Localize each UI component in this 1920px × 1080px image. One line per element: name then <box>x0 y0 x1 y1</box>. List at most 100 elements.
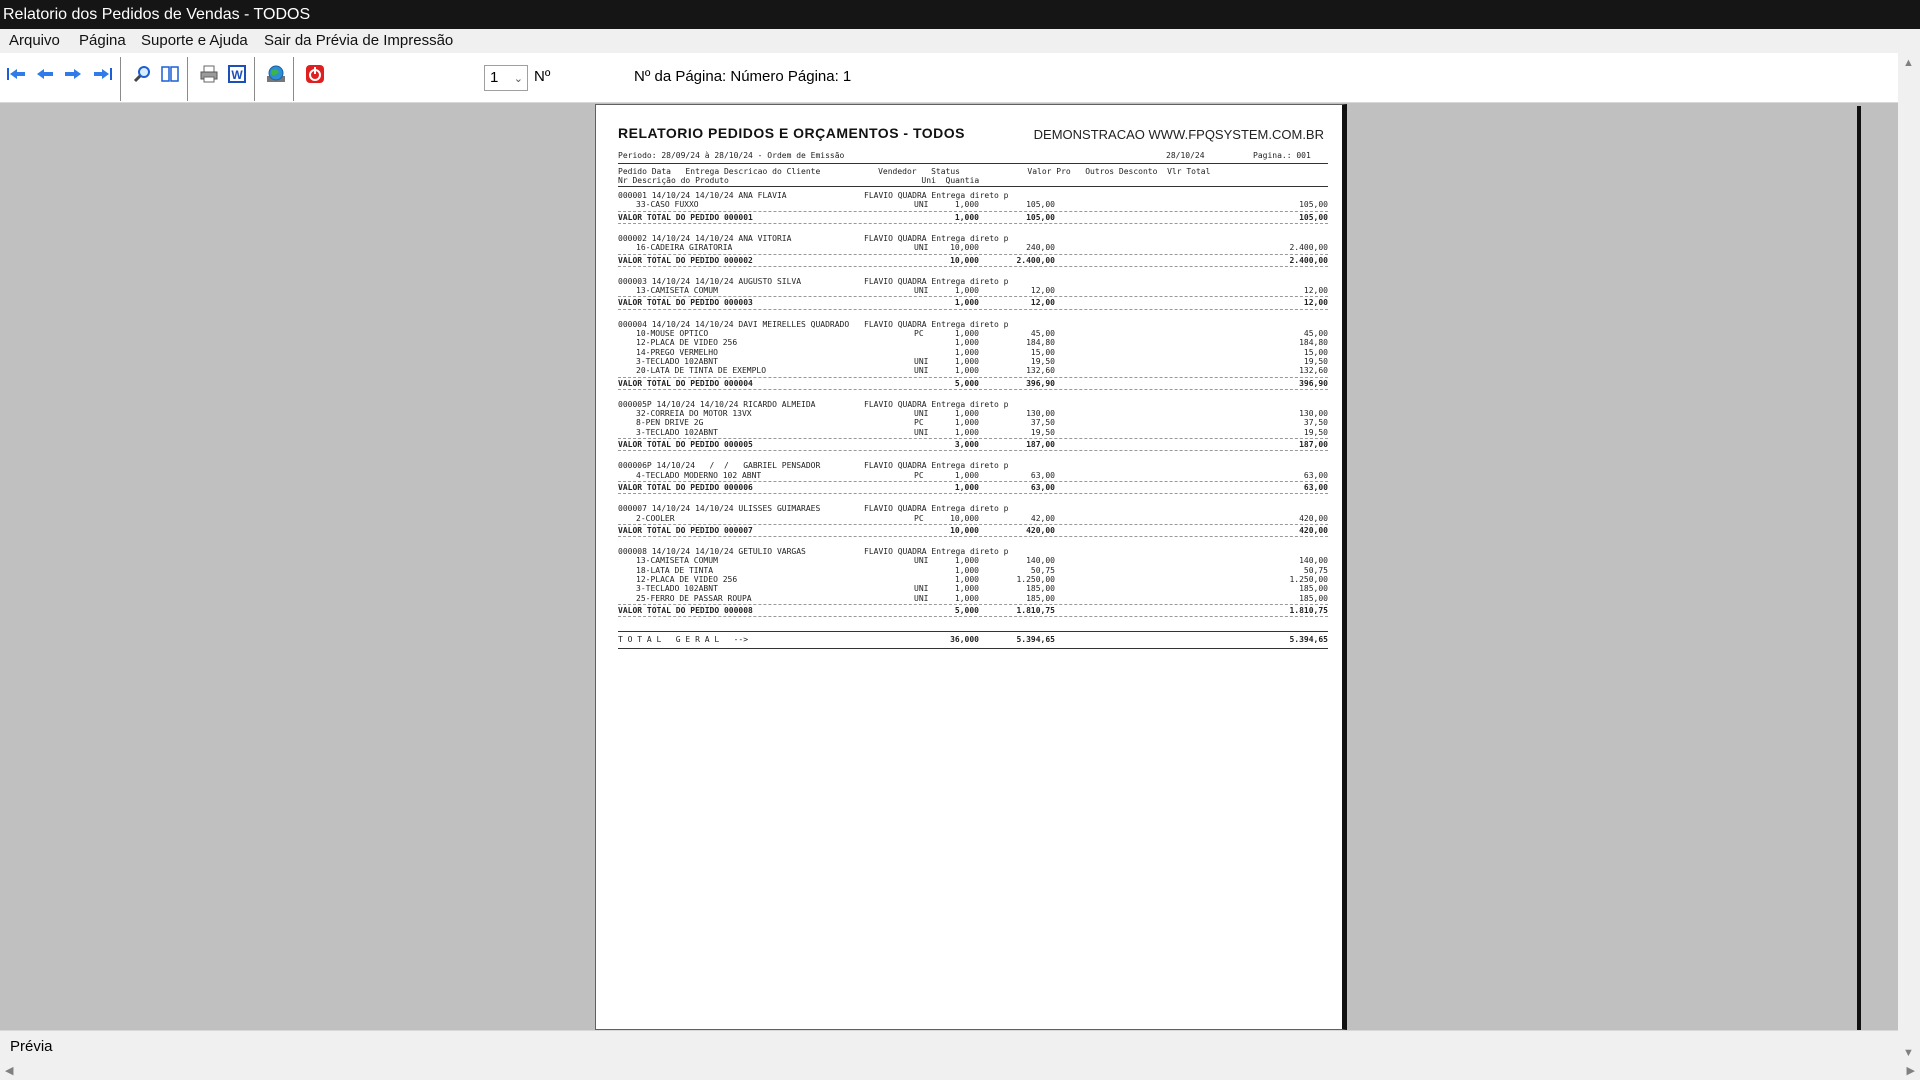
order-item-quantity: 1,000 <box>954 366 979 376</box>
order-item-price: 42,00 <box>1030 513 1055 523</box>
toolbar: W 1 ⌄ Nº Nº da Página: Número Página: 1 <box>0 53 1898 103</box>
order-item-price: 19,50 <box>1030 427 1055 437</box>
report-period: Periodo: 28/09/24 à 28/10/24 - Ordem de … <box>618 151 845 160</box>
order-item-quantity: 1,000 <box>954 338 979 348</box>
order-item-total: 185,00 <box>1299 593 1328 603</box>
next-page-icon <box>65 69 81 79</box>
order-item-price: 19,50 <box>1030 356 1055 366</box>
order-item-description: 20-LATA DE TINTA DE EXEMPLO <box>636 366 767 376</box>
order-item-total: 2.400,00 <box>1289 243 1328 253</box>
zoom-button[interactable] <box>129 61 155 87</box>
order-total-price: 2.400,00 <box>1016 255 1055 265</box>
page-number-select[interactable]: 1 ⌄ <box>484 65 528 91</box>
two-page-button[interactable] <box>157 61 183 87</box>
order-item-price: 130,00 <box>1026 409 1055 419</box>
order-item-total: 15,00 <box>1303 347 1328 357</box>
order-item-description: 8-PEN DRIVE 2G <box>636 418 704 428</box>
report-date: 28/10/24 <box>1166 151 1205 160</box>
order-item-quantity: 1,000 <box>954 556 979 566</box>
order-total-value: 105,00 <box>1299 212 1328 222</box>
print-icon <box>200 65 218 83</box>
menu-pagina[interactable]: Página <box>79 32 126 49</box>
order-total-value: 63,00 <box>1303 482 1328 492</box>
order-header: 000008 14/10/24 14/10/24 GETULIO VARGAS <box>618 547 806 557</box>
order-item-quantity: 1,000 <box>954 418 979 428</box>
report-company: DEMONSTRACAO WWW.FPQSYSTEM.COM.BR <box>1033 127 1324 142</box>
report-page: RELATORIO PEDIDOS E ORÇAMENTOS - TODOS D… <box>595 104 1347 1030</box>
order-total-value: 420,00 <box>1299 525 1328 535</box>
scroll-right-icon[interactable]: ▶ <box>1907 1064 1915 1077</box>
order-total-price: 1.810,75 <box>1016 605 1055 615</box>
order-item-total: 132,60 <box>1299 366 1328 376</box>
order-item-price: 50,75 <box>1030 565 1055 575</box>
order-item-description: 32-CORREIA DO MOTOR 13VX <box>636 409 752 419</box>
order-seller: FLAVIO QUADRA Entrega direto p <box>864 547 1009 557</box>
order-seller: FLAVIO QUADRA Entrega direto p <box>864 191 1009 200</box>
order-item-total: 105,00 <box>1299 200 1328 210</box>
order-item-price: 1.250,00 <box>1016 575 1055 584</box>
page-number-value: 1 <box>490 69 499 86</box>
order-total-label: VALOR TOTAL DO PEDIDO 000006 <box>618 482 753 492</box>
print-button[interactable] <box>196 61 222 87</box>
order-total-price: 105,00 <box>1026 212 1055 222</box>
last-page-icon <box>94 68 112 80</box>
order-total-label: VALOR TOTAL DO PEDIDO 000004 <box>618 378 753 388</box>
last-page-button[interactable] <box>90 61 116 87</box>
close-preview-button[interactable] <box>302 61 328 87</box>
order-item-total: 130,00 <box>1299 409 1328 419</box>
scroll-up-icon[interactable]: ▲ <box>1903 57 1914 69</box>
order-total-price: 420,00 <box>1026 525 1055 535</box>
order-item-quantity: 1,000 <box>954 329 979 338</box>
order-header: 000001 14/10/24 14/10/24 ANA FLAVIA <box>618 191 787 200</box>
web-export-button[interactable] <box>263 61 289 87</box>
order-item-price: 105,00 <box>1026 200 1055 210</box>
order-item-quantity: 1,000 <box>954 347 979 357</box>
first-page-button[interactable] <box>3 61 29 87</box>
order-header: 000004 14/10/24 14/10/24 DAVI MEIRELLES … <box>618 319 850 329</box>
order-total-label: VALOR TOTAL DO PEDIDO 000005 <box>618 440 753 449</box>
order-item-price: 240,00 <box>1026 243 1055 253</box>
window-title: Relatorio dos Pedidos de Vendas - TODOS <box>0 0 1920 29</box>
order-item-price: 37,50 <box>1030 418 1055 428</box>
scroll-left-icon[interactable]: ◀ <box>5 1064 13 1077</box>
previous-page-button[interactable] <box>32 61 58 87</box>
order-item-total: 185,00 <box>1299 584 1328 594</box>
order-item-price: 185,00 <box>1026 593 1055 603</box>
menu-arquivo[interactable]: Arquivo <box>9 32 60 49</box>
order-item-description: 10-MOUSE OPTICO <box>636 329 709 338</box>
page-info: Nº da Página: Número Página: 1 <box>634 68 852 85</box>
report-header-2: Nr Descrição do Produto Uni Quantia <box>618 176 980 185</box>
previous-page-icon <box>37 69 53 79</box>
grand-total-quantity: 36,000 <box>950 635 979 645</box>
word-export-button[interactable]: W <box>224 61 250 87</box>
report-header-1: Pedido Data Entrega Descricao do Cliente… <box>618 167 1211 176</box>
order-total-price: 396,90 <box>1026 378 1055 388</box>
order-item-description: 13-CAMISETA COMUM <box>636 286 718 296</box>
word-export-icon: W <box>228 65 246 83</box>
svg-text:W: W <box>231 68 243 82</box>
menu-suporte[interactable]: Suporte e Ajuda <box>141 32 248 49</box>
order-item-total: 50,75 <box>1303 565 1328 575</box>
order-item-description: 3-TECLADO 102ABNT <box>636 427 718 437</box>
order-total-price: 63,00 <box>1030 482 1055 492</box>
horizontal-scrollbar[interactable]: ◀ ▶ <box>0 1062 1920 1080</box>
report-title: RELATORIO PEDIDOS E ORÇAMENTOS - TODOS <box>618 125 965 141</box>
print-preview-area[interactable]: RELATORIO PEDIDOS E ORÇAMENTOS - TODOS D… <box>0 104 1898 1030</box>
order-item-description: 3-TECLADO 102ABNT <box>636 356 718 366</box>
first-page-icon <box>7 68 25 80</box>
order-total-quantity: 1,000 <box>954 482 979 492</box>
menu-sair[interactable]: Sair da Prévia de Impressão <box>264 32 453 49</box>
report-page-number: Pagina.: 001 <box>1253 151 1311 160</box>
order-item-description: 12-PLACA DE VIDEO 256 <box>636 575 738 584</box>
status-bar: Prévia <box>0 1030 1898 1062</box>
order-total-quantity: 3,000 <box>954 440 979 449</box>
scroll-down-icon[interactable]: ▼ <box>1903 1047 1914 1059</box>
order-item-description: 16-CADEIRA GIRATORIA <box>636 243 733 253</box>
order-item-price: 15,00 <box>1030 347 1055 357</box>
next-page-button[interactable] <box>60 61 86 87</box>
order-item-total: 19,50 <box>1303 427 1328 437</box>
order-total-value: 396,90 <box>1299 378 1328 388</box>
vertical-scrollbar[interactable]: ▲ ▼ <box>1898 53 1920 1063</box>
order-header: 000006P 14/10/24 / / GABRIEL PENSADOR <box>618 461 821 471</box>
order-total-quantity: 1,000 <box>954 212 979 222</box>
